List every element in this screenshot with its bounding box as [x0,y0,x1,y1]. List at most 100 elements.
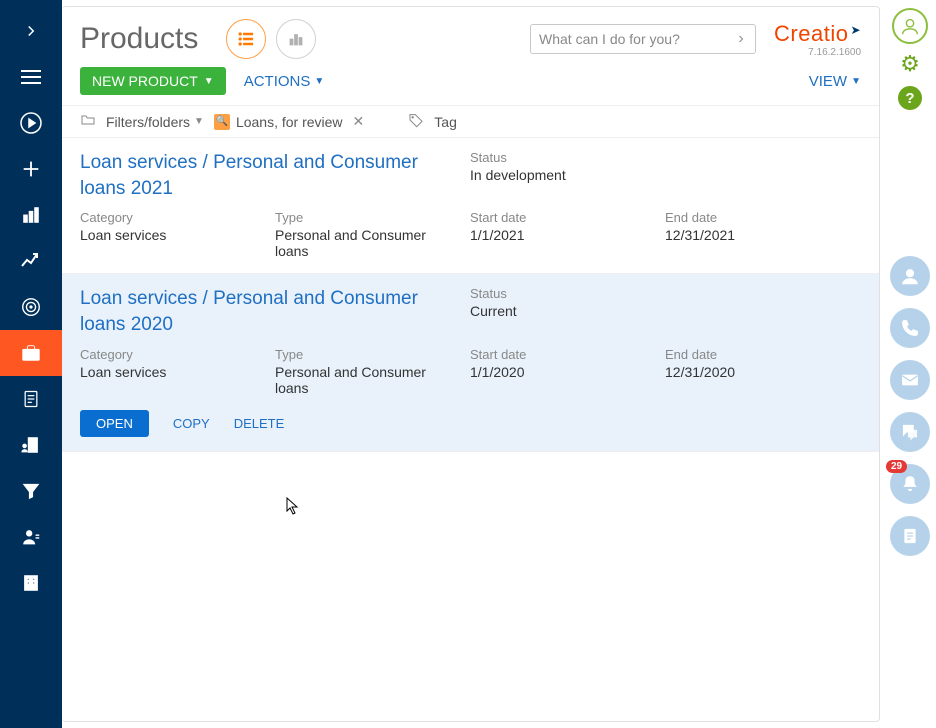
search-box[interactable] [530,24,756,54]
product-title-link[interactable]: Loan services / Personal and Consumer lo… [80,286,440,337]
actions-menu[interactable]: ACTIONS ▼ [244,73,325,90]
view-mode-group [226,19,316,59]
notification-badge: 29 [886,460,907,473]
menu-icon [21,70,41,84]
category-value: Loan services [80,364,275,396]
type-value: Personal and Consumer loans [275,364,445,396]
caret-down-icon: ▼ [194,116,204,127]
filter-bar: Filters/folders ▼ 🔍 Loans, for review ✕ … [62,105,879,138]
folder-filter-icon [80,112,96,131]
delete-button[interactable]: DELETE [234,416,285,431]
copy-button[interactable]: COPY [173,416,210,431]
product-list: Loan services / Personal and Consumer lo… [62,138,879,721]
end-date-value: 12/31/2021 [665,227,860,259]
search-chip-icon: 🔍 [214,114,230,130]
contact-icon [899,265,921,287]
nav-target[interactable] [0,284,62,330]
nav-analytics[interactable] [0,192,62,238]
category-label: Category [80,210,133,225]
caret-down-icon: ▼ [851,76,861,87]
product-title-link[interactable]: Loan services / Personal and Consumer lo… [80,150,440,201]
logo: Creatio ➤ [774,21,861,47]
product-row[interactable]: Loan services / Personal and Consumer lo… [62,274,879,451]
toolbar: NEW PRODUCT ▼ ACTIONS ▼ VIEW ▼ [62,63,879,105]
start-date-label: Start date [470,347,526,362]
open-button[interactable]: OPEN [80,410,149,437]
end-date-label: End date [665,210,717,225]
left-sidebar [0,0,62,728]
notifications-rail-button[interactable]: 29 [890,464,930,504]
start-date-value: 1/1/2020 [470,364,665,396]
nav-building[interactable] [0,560,62,606]
actions-label: ACTIONS [244,73,311,90]
feed-rail-button[interactable] [890,516,930,556]
header: Products Creatio ➤ 7.16.2.1600 [62,7,879,63]
nav-add[interactable] [0,146,62,192]
chevron-right-icon [735,33,747,45]
page-title: Products [80,22,198,56]
bell-icon [900,474,920,494]
help-icon: ? [905,90,914,107]
logo-text: Creatio [774,21,848,47]
tag-filter[interactable]: Tag [434,114,457,130]
help-button[interactable]: ? [898,86,922,110]
list-view-button[interactable] [226,19,266,59]
trend-icon [19,249,43,273]
filter-chip-remove[interactable]: ✕ [349,113,369,130]
gear-icon: ⚙ [900,51,920,77]
list-icon [236,29,256,49]
new-product-button[interactable]: NEW PRODUCT ▼ [80,67,226,95]
settings-button[interactable]: ⚙ [892,50,928,78]
row-actions: OPEN COPY DELETE [80,410,861,437]
bar-chart-icon [20,204,42,226]
user-icon [899,15,921,37]
chat-icon [900,422,920,442]
phone-icon [900,318,920,338]
chart-icon [287,30,305,48]
type-label: Type [275,210,303,225]
nav-menu[interactable] [0,54,62,100]
nav-trends[interactable] [0,238,62,284]
nav-products[interactable] [0,330,62,376]
play-circle-icon [19,111,43,135]
nav-user[interactable] [0,514,62,560]
status-value: In development [470,167,566,183]
filter-chip-label: Loans, for review [236,114,343,130]
filters-folders-dropdown[interactable]: Filters/folders ▼ [106,114,204,130]
nav-play[interactable] [0,100,62,146]
start-date-label: Start date [470,210,526,225]
feed-icon [901,526,919,546]
search-input[interactable] [539,31,735,47]
category-label: Category [80,347,133,362]
nav-org[interactable] [0,422,62,468]
chat-rail-button[interactable] [890,412,930,452]
start-date-value: 1/1/2021 [470,227,665,259]
end-date-value: 12/31/2020 [665,364,860,396]
view-menu[interactable]: VIEW ▼ [809,73,861,90]
product-row[interactable]: Loan services / Personal and Consumer lo… [62,138,879,274]
nav-document[interactable] [0,376,62,422]
filters-label: Filters/folders [106,114,190,130]
mail-rail-button[interactable] [890,360,930,400]
category-value: Loan services [80,227,275,259]
logo-bird-icon: ➤ [850,23,861,37]
document-icon [21,388,41,410]
status-value: Current [470,303,517,319]
tag-icon [408,112,424,131]
status-label: Status [470,150,566,165]
funnel-icon [20,481,42,501]
status-label: Status [470,286,517,301]
chart-view-button[interactable] [276,19,316,59]
view-label: VIEW [809,73,847,90]
caret-down-icon: ▼ [204,76,214,87]
contacts-rail-button[interactable] [890,256,930,296]
org-icon [19,434,43,456]
phone-rail-button[interactable] [890,308,930,348]
nav-expand[interactable] [0,8,62,54]
logo-area: Creatio ➤ 7.16.2.1600 [774,21,861,58]
profile-button[interactable] [892,8,928,44]
nav-funnel[interactable] [0,468,62,514]
chevron-right-icon [22,22,40,40]
user-icon [20,526,42,548]
new-product-label: NEW PRODUCT [92,73,198,89]
